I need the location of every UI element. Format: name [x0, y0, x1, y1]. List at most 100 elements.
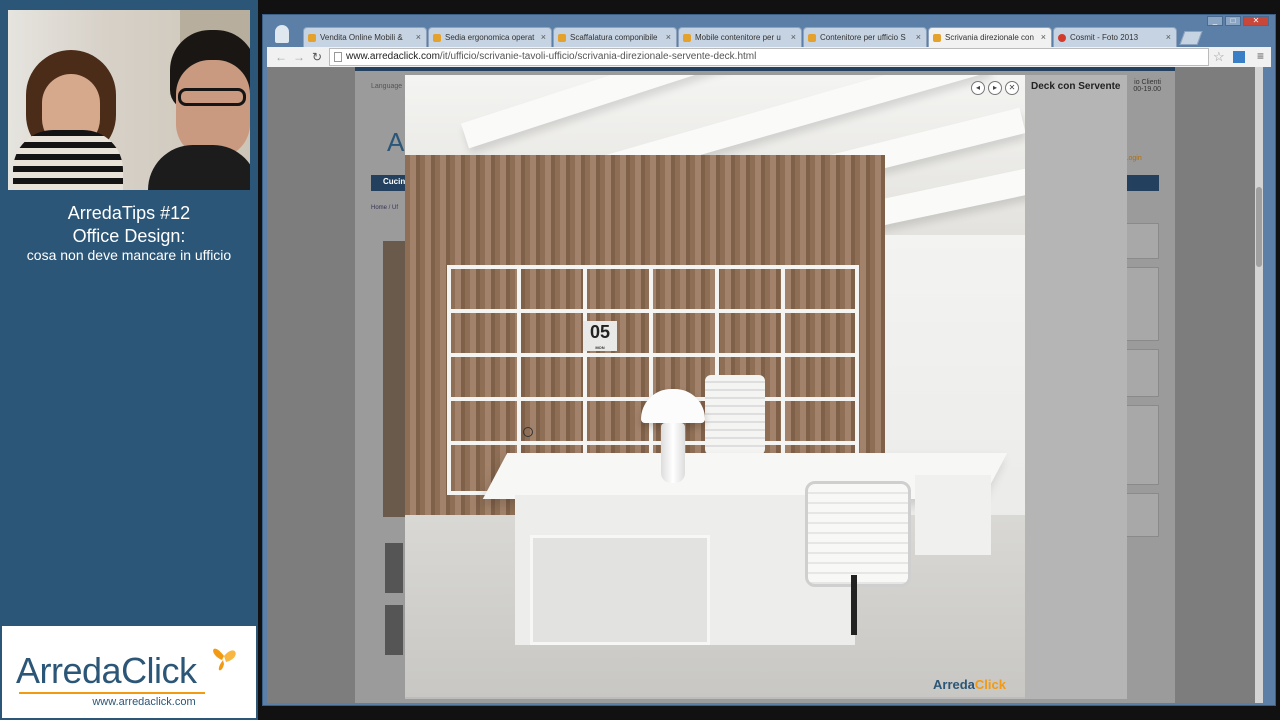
tab-strip: Vendita Online Mobili & × Sedia ergonomic…: [303, 27, 1203, 47]
reload-icon[interactable]: ↻: [309, 49, 325, 65]
tab-cosmit-foto[interactable]: Cosmit - Foto 2013 ×: [1053, 27, 1177, 47]
new-tab-button[interactable]: [1179, 31, 1203, 45]
user-profile-icon[interactable]: [275, 25, 289, 43]
page-viewport: Language A Cucin Home / Uf io Clienti 00…: [267, 67, 1263, 703]
video-overlay-panel: ArredaTips #12 Office Design: cosa non d…: [0, 0, 258, 720]
tab-label: Scaffalatura componibile: [570, 33, 658, 42]
site-favicon-icon: [433, 34, 441, 42]
page-icon: [334, 52, 342, 62]
close-lightbox-button[interactable]: ✕: [1005, 81, 1019, 95]
brand-logo-box: ArredaClick www.arredaclick.com: [2, 626, 256, 718]
butterfly-icon: [213, 648, 236, 671]
tab-label: Vendita Online Mobili &: [320, 33, 403, 42]
extension-icon[interactable]: [1233, 51, 1245, 63]
chair-stem: [851, 575, 857, 635]
bookmark-star-icon[interactable]: ☆: [1213, 49, 1225, 65]
presenter-left-body: [13, 130, 123, 190]
brand-logo-part-a: Arreda: [16, 650, 122, 691]
site-favicon-icon: [308, 34, 316, 42]
url-path: /it/ufficio/scrivanie-tavoli-ufficio/scr…: [439, 51, 757, 62]
minimize-button[interactable]: _: [1207, 16, 1223, 26]
episode-title: ArredaTips #12 Office Design:: [0, 202, 258, 248]
site-logo[interactable]: A: [387, 127, 404, 158]
tab-close-icon[interactable]: ×: [666, 32, 671, 42]
tab-label: Cosmit - Foto 2013: [1070, 33, 1139, 42]
episode-number: ArredaTips #12: [67, 203, 191, 223]
language-selector[interactable]: Language: [371, 83, 402, 90]
scrollbar-thumb[interactable]: [1256, 187, 1262, 267]
previous-image-button[interactable]: ◂: [971, 81, 985, 95]
background-chair: [705, 375, 765, 455]
clock-number: 05: [589, 322, 611, 342]
brand-logo: ArredaClick: [16, 650, 197, 692]
tab-label: Scrivania direzionale con: [945, 33, 1034, 42]
tab-close-icon[interactable]: ×: [916, 32, 921, 42]
tab-vendita-online[interactable]: Vendita Online Mobili & ×: [303, 27, 427, 47]
photo-watermark-logo: ArredaClick: [933, 677, 1006, 692]
site-favicon-icon: [683, 34, 691, 42]
window-controls: _ □ ✕: [1207, 16, 1269, 28]
browser-toolbar: ← → ↻ www.arredaclick.com/it/ufficio/scr…: [267, 47, 1271, 67]
screen: ArredaTips #12 Office Design: cosa non d…: [0, 0, 1280, 720]
menu-icon[interactable]: ≡: [1257, 49, 1264, 63]
presenter-glasses: [178, 88, 246, 106]
watermark-part-a: Arreda: [933, 677, 975, 692]
forward-arrow-icon[interactable]: →: [291, 49, 307, 65]
tab-close-icon[interactable]: ×: [416, 32, 421, 42]
episode-subtitle: cosa non deve mancare in ufficio: [26, 247, 232, 263]
logo-underline: [19, 692, 205, 694]
nav-item-cucine[interactable]: Cucin: [383, 177, 405, 186]
site-favicon-icon: [558, 34, 566, 42]
product-photo[interactable]: 05 MON ArredaClick: [405, 75, 1025, 697]
clock-day: MON: [595, 345, 605, 350]
desk-leg: [915, 475, 991, 555]
product-main-image[interactable]: [383, 241, 405, 517]
product-thumbnail[interactable]: [385, 543, 403, 593]
lightbox-title: Deck con Servente: [1031, 81, 1121, 92]
zoom-cursor-icon: [523, 427, 533, 437]
presenter-right-face: [176, 60, 250, 158]
tab-label: Contenitore per ufficio S: [820, 33, 906, 42]
webcam-feed: [8, 10, 250, 190]
watermark-part-b: Click: [974, 677, 1006, 692]
tab-mobile-contenitore[interactable]: Mobile contenitore per u ×: [678, 27, 802, 47]
product-thumbnail[interactable]: [385, 605, 403, 655]
tab-contenitore-ufficio[interactable]: Contenitore per ufficio S ×: [803, 27, 927, 47]
tab-label: Mobile contenitore per u: [695, 33, 781, 42]
tab-sedia-ergonomica[interactable]: Sedia ergonomica operat ×: [428, 27, 552, 47]
brand-logo-part-b: Click: [121, 650, 197, 691]
flip-clock: 05 MON: [583, 321, 617, 351]
back-arrow-icon[interactable]: ←: [273, 49, 289, 65]
tab-close-icon[interactable]: ×: [791, 32, 796, 42]
next-image-button[interactable]: ▸: [988, 81, 1002, 95]
desk-lamp-base: [661, 423, 685, 483]
url-host: www.arredaclick.com: [346, 51, 440, 62]
lightbox-sidebar: [1025, 75, 1127, 699]
tab-scrivania-direzionale[interactable]: Scrivania direzionale con ×: [928, 27, 1052, 47]
tab-close-icon[interactable]: ×: [1041, 32, 1046, 42]
tab-label: Sedia ergonomica operat: [445, 33, 535, 42]
tab-scaffalatura[interactable]: Scaffalatura componibile ×: [553, 27, 677, 47]
address-bar[interactable]: www.arredaclick.com/it/ufficio/scrivanie…: [329, 48, 1209, 66]
close-window-button[interactable]: ✕: [1243, 16, 1269, 26]
vertical-scrollbar[interactable]: [1255, 67, 1263, 703]
tab-close-icon[interactable]: ×: [541, 32, 546, 42]
side-box: [1125, 223, 1159, 259]
browser-window: _ □ ✕ Vendita Online Mobili & × Sedia erg…: [262, 14, 1276, 706]
lightbox-controls: ◂ ▸ ✕: [971, 81, 1019, 95]
side-box: [1125, 493, 1159, 537]
bookcase-shelf: [451, 309, 855, 313]
office-chair: [805, 481, 911, 587]
site-top-bar: [355, 67, 1175, 71]
tab-close-icon[interactable]: ×: [1166, 32, 1171, 42]
brand-url: www.arredaclick.com: [92, 696, 196, 708]
breadcrumb[interactable]: Home / Uf: [371, 205, 398, 211]
bookcase-shelf: [451, 441, 855, 445]
side-box: [1125, 267, 1159, 341]
episode-topic: Office Design:: [72, 226, 186, 246]
bookcase-shelf: [451, 353, 855, 357]
side-box: [1125, 405, 1159, 485]
site-favicon-icon: [1058, 34, 1066, 42]
desk-side-shelves: [530, 535, 710, 645]
maximize-button[interactable]: □: [1225, 16, 1241, 26]
